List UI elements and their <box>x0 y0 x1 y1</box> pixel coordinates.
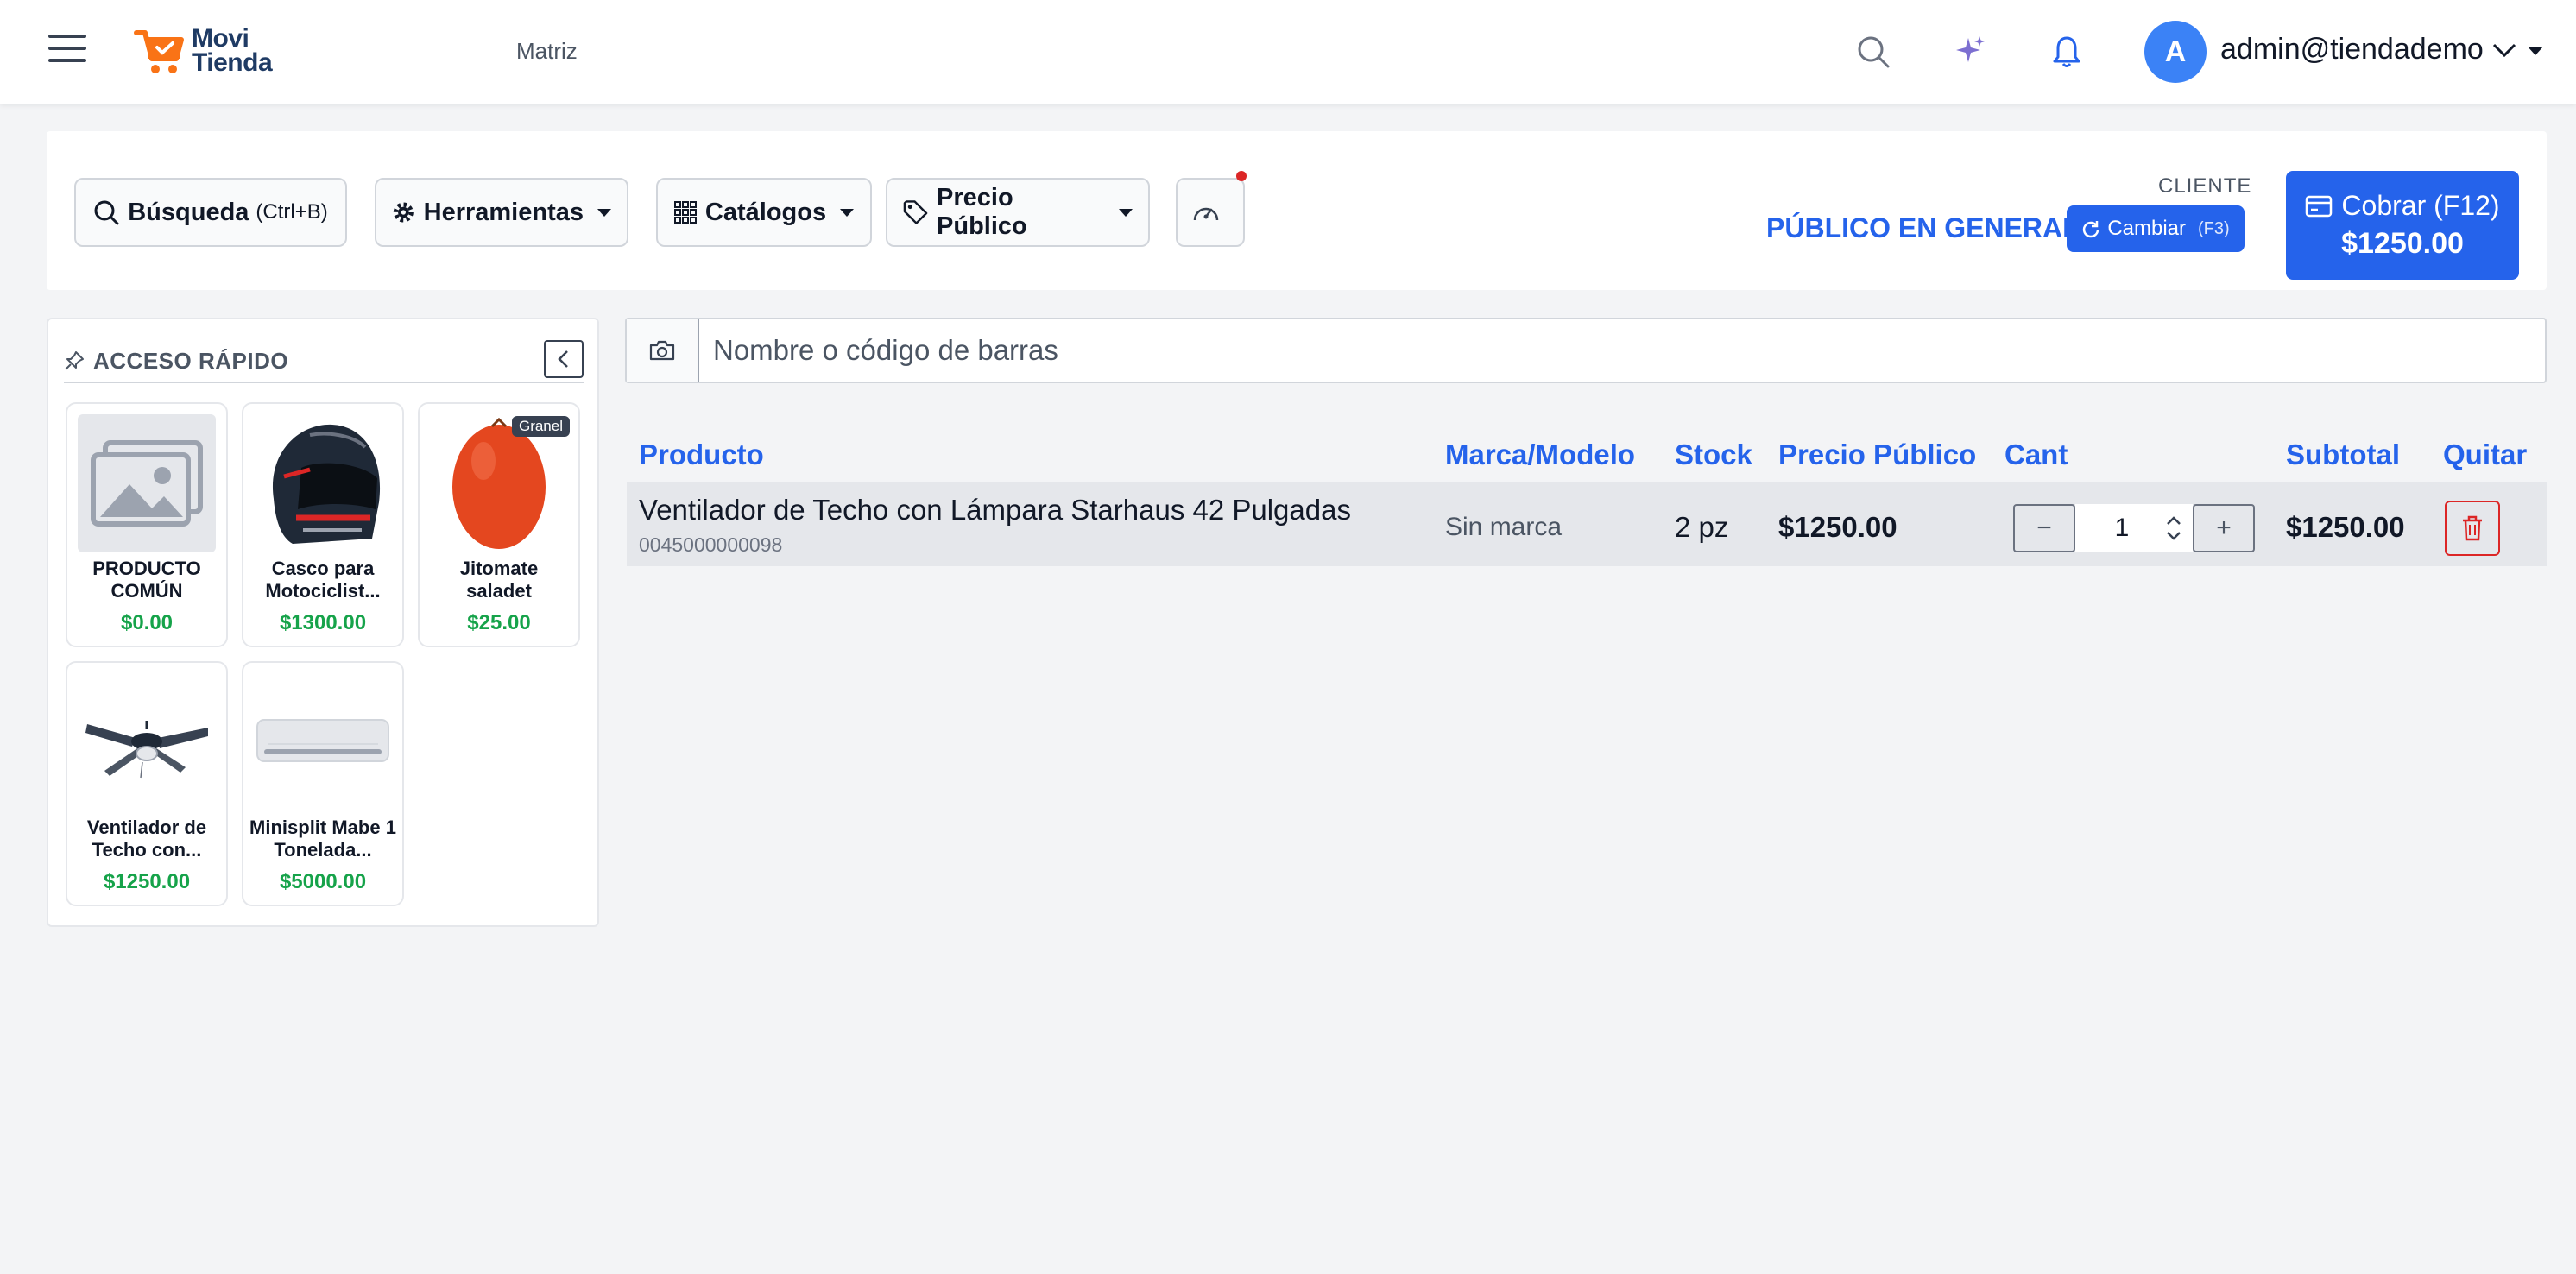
search-icon <box>94 200 119 225</box>
quick-item-casco[interactable]: Casco para Motociclist... $1300.00 <box>242 402 404 647</box>
refresh-icon <box>2083 221 2099 238</box>
product-image-minisplit <box>254 673 392 811</box>
remove-item-button[interactable] <box>2445 501 2500 556</box>
change-client-label: Cambiar <box>2107 217 2187 240</box>
quick-item-price: $0.00 <box>120 611 174 634</box>
logo-line1: Movi <box>192 24 249 53</box>
col-header-product: Producto <box>639 438 764 470</box>
quick-access-panel: ACCESO RÁPIDO PRODUCTO COMÚN $0.00 Casco… <box>47 318 599 927</box>
caret-down-icon <box>1119 208 1133 217</box>
product-image-placeholder <box>78 414 216 552</box>
quick-item-name: PRODUCTO COMÚN <box>92 558 201 602</box>
quick-item-minisplit[interactable]: Minisplit Mabe 1 Tonelada... $5000.00 <box>242 661 404 906</box>
change-client-button[interactable]: Cambiar (F3) <box>2067 205 2245 252</box>
bulk-badge: Granel <box>511 416 570 437</box>
menu-icon[interactable] <box>48 35 86 66</box>
logo[interactable]: Movi Tienda <box>133 24 273 78</box>
row-product-name: Ventilador de Techo con Lámpara Starhaus… <box>639 494 1351 526</box>
grid-icon <box>673 201 697 224</box>
caret-down-icon <box>597 208 611 217</box>
user-email[interactable]: admin@tiendademo <box>2220 33 2484 66</box>
trash-icon <box>2463 515 2482 541</box>
quick-item-ventilador[interactable]: Ventilador de Techo con... $1250.00 <box>66 661 228 906</box>
catalogs-dropdown-label: Catálogos <box>704 198 827 226</box>
price-list-dropdown[interactable]: Precio Público <box>886 178 1150 247</box>
chevron-left-icon <box>558 350 568 368</box>
search-button[interactable]: Búsqueda (Ctrl+B) <box>74 178 347 247</box>
client-name: PÚBLICO EN GENERAL <box>1766 212 2080 243</box>
logo-line2: Tienda <box>192 48 273 77</box>
product-search-input[interactable] <box>713 326 2526 375</box>
quick-item-price: $25.00 <box>467 611 531 634</box>
ceiling-fan-image <box>85 721 208 779</box>
barcode-camera-button[interactable] <box>627 319 699 382</box>
minisplit-image <box>256 719 389 762</box>
sparkle-icon[interactable] <box>1949 31 1991 73</box>
charge-button[interactable]: Cobrar (F12) $1250.00 <box>2286 171 2519 280</box>
qty-increment-button[interactable]: + <box>2193 504 2255 552</box>
product-image-helmet <box>254 414 392 552</box>
top-navbar: Movi Tienda Matriz A admin@tiendademo <box>0 0 2576 104</box>
search-button-hint: (Ctrl+B) <box>256 200 328 224</box>
quick-item-name: Ventilador de Techo con... <box>86 817 207 861</box>
change-client-hint: (F3) <box>2198 218 2230 238</box>
cart-table-header: Producto Marca/Modelo Stock Precio Públi… <box>627 426 2547 483</box>
col-header-brand: Marca/Modelo <box>1445 438 1636 470</box>
col-header-price: Precio Público <box>1778 438 1977 470</box>
quick-item-name: Minisplit Mabe 1 Tonelada... <box>249 817 396 861</box>
helmet-image <box>272 424 381 544</box>
cart-logo-icon <box>134 30 184 73</box>
cart-table: Producto Marca/Modelo Stock Precio Públi… <box>627 426 2547 566</box>
quick-item-producto-comun[interactable]: PRODUCTO COMÚN $0.00 <box>66 402 228 647</box>
camera-icon <box>649 340 675 361</box>
row-stock: 2 pz <box>1675 511 1729 543</box>
quick-access-title: ACCESO RÁPIDO <box>93 347 289 374</box>
notification-dot <box>1236 171 1247 181</box>
row-price: $1250.00 <box>1778 511 1897 543</box>
speedometer-icon <box>1193 207 1219 221</box>
branch-label[interactable]: Matriz <box>516 38 578 65</box>
row-brand: Sin marca <box>1445 513 1563 541</box>
col-header-qty: Cant <box>2005 438 2068 470</box>
search-icon[interactable] <box>1853 31 1894 73</box>
bell-icon[interactable] <box>2046 31 2087 73</box>
client-caption: CLIENTE <box>2158 174 2252 198</box>
col-header-stock: Stock <box>1675 438 1752 470</box>
product-image-fan <box>78 673 216 811</box>
col-header-subtotal: Subtotal <box>2286 438 2400 470</box>
row-product-code: 0045000000098 <box>639 533 783 556</box>
card-icon <box>2306 195 2333 217</box>
product-search-bar <box>625 318 2547 383</box>
caret-down-icon <box>840 208 855 217</box>
charge-button-label: Cobrar (F12) <box>2341 190 2500 221</box>
chevron-down-icon[interactable] <box>2491 41 2517 59</box>
pin-icon <box>65 351 84 370</box>
user-menu-caret[interactable] <box>2528 47 2543 55</box>
quick-item-name: Jitomate saladet <box>459 558 539 602</box>
quick-item-name: Casco para Motociclist... <box>265 558 381 602</box>
quick-item-price: $1300.00 <box>279 611 367 634</box>
quick-item-price: $5000.00 <box>279 870 367 893</box>
tools-dropdown[interactable]: Herramientas <box>375 178 628 247</box>
col-header-remove: Quitar <box>2443 438 2528 470</box>
price-list-label: Precio Público <box>937 184 1027 240</box>
charge-total: $1250.00 <box>2341 227 2464 260</box>
avatar[interactable]: A <box>2144 21 2207 83</box>
quick-item-price: $1250.00 <box>103 870 191 893</box>
qty-spinner-icon[interactable] <box>2163 511 2184 546</box>
tools-dropdown-label: Herramientas <box>423 198 584 226</box>
gear-icon <box>393 202 414 223</box>
tag-icon <box>903 200 928 224</box>
qty-decrement-button[interactable]: − <box>2013 504 2075 552</box>
image-placeholder-icon <box>91 440 203 527</box>
row-subtotal: $1250.00 <box>2286 511 2405 543</box>
search-button-label: Búsqueda <box>128 198 249 226</box>
collapse-panel-button[interactable] <box>544 340 584 378</box>
catalogs-dropdown[interactable]: Catálogos <box>656 178 872 247</box>
table-row[interactable]: Ventilador de Techo con Lámpara Starhaus… <box>627 483 2547 566</box>
dashboard-button[interactable] <box>1176 178 1245 247</box>
quick-item-jitomate[interactable]: Granel Jitomate saladet $25.00 <box>418 402 580 647</box>
